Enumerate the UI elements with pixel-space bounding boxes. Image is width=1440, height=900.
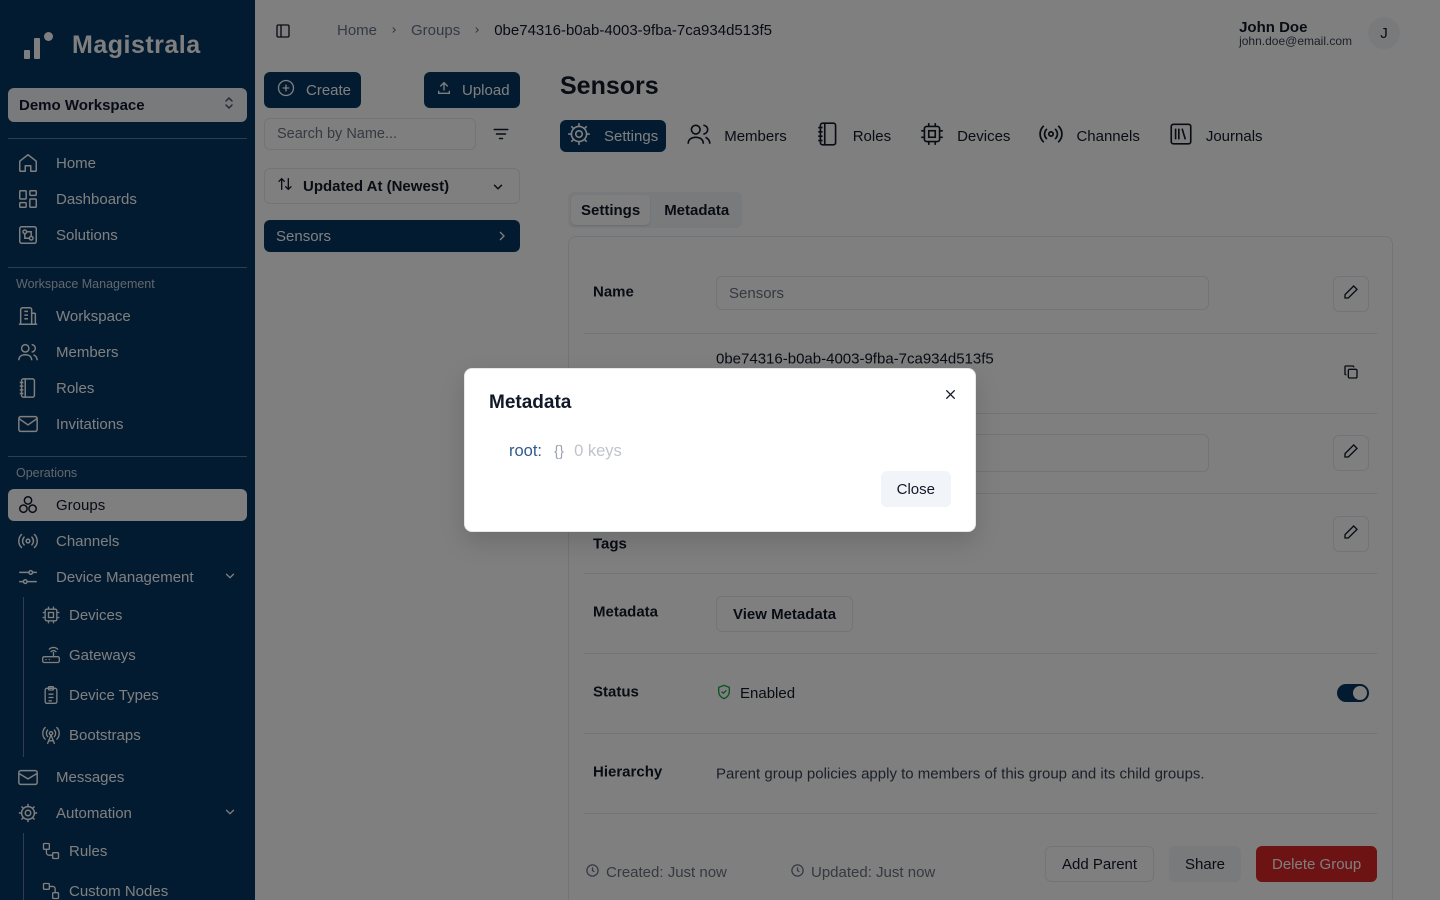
metadata-dialog: Metadata root: {} 0 keys Close — [464, 368, 976, 532]
json-viewer: root: {} 0 keys — [509, 442, 622, 461]
close-icon[interactable] — [942, 386, 958, 402]
json-root-key[interactable]: root: — [509, 442, 542, 461]
dialog-title: Metadata — [489, 392, 572, 413]
json-key-count: 0 keys — [574, 442, 622, 460]
json-brace: {} — [554, 443, 565, 460]
close-button[interactable]: Close — [880, 471, 951, 507]
